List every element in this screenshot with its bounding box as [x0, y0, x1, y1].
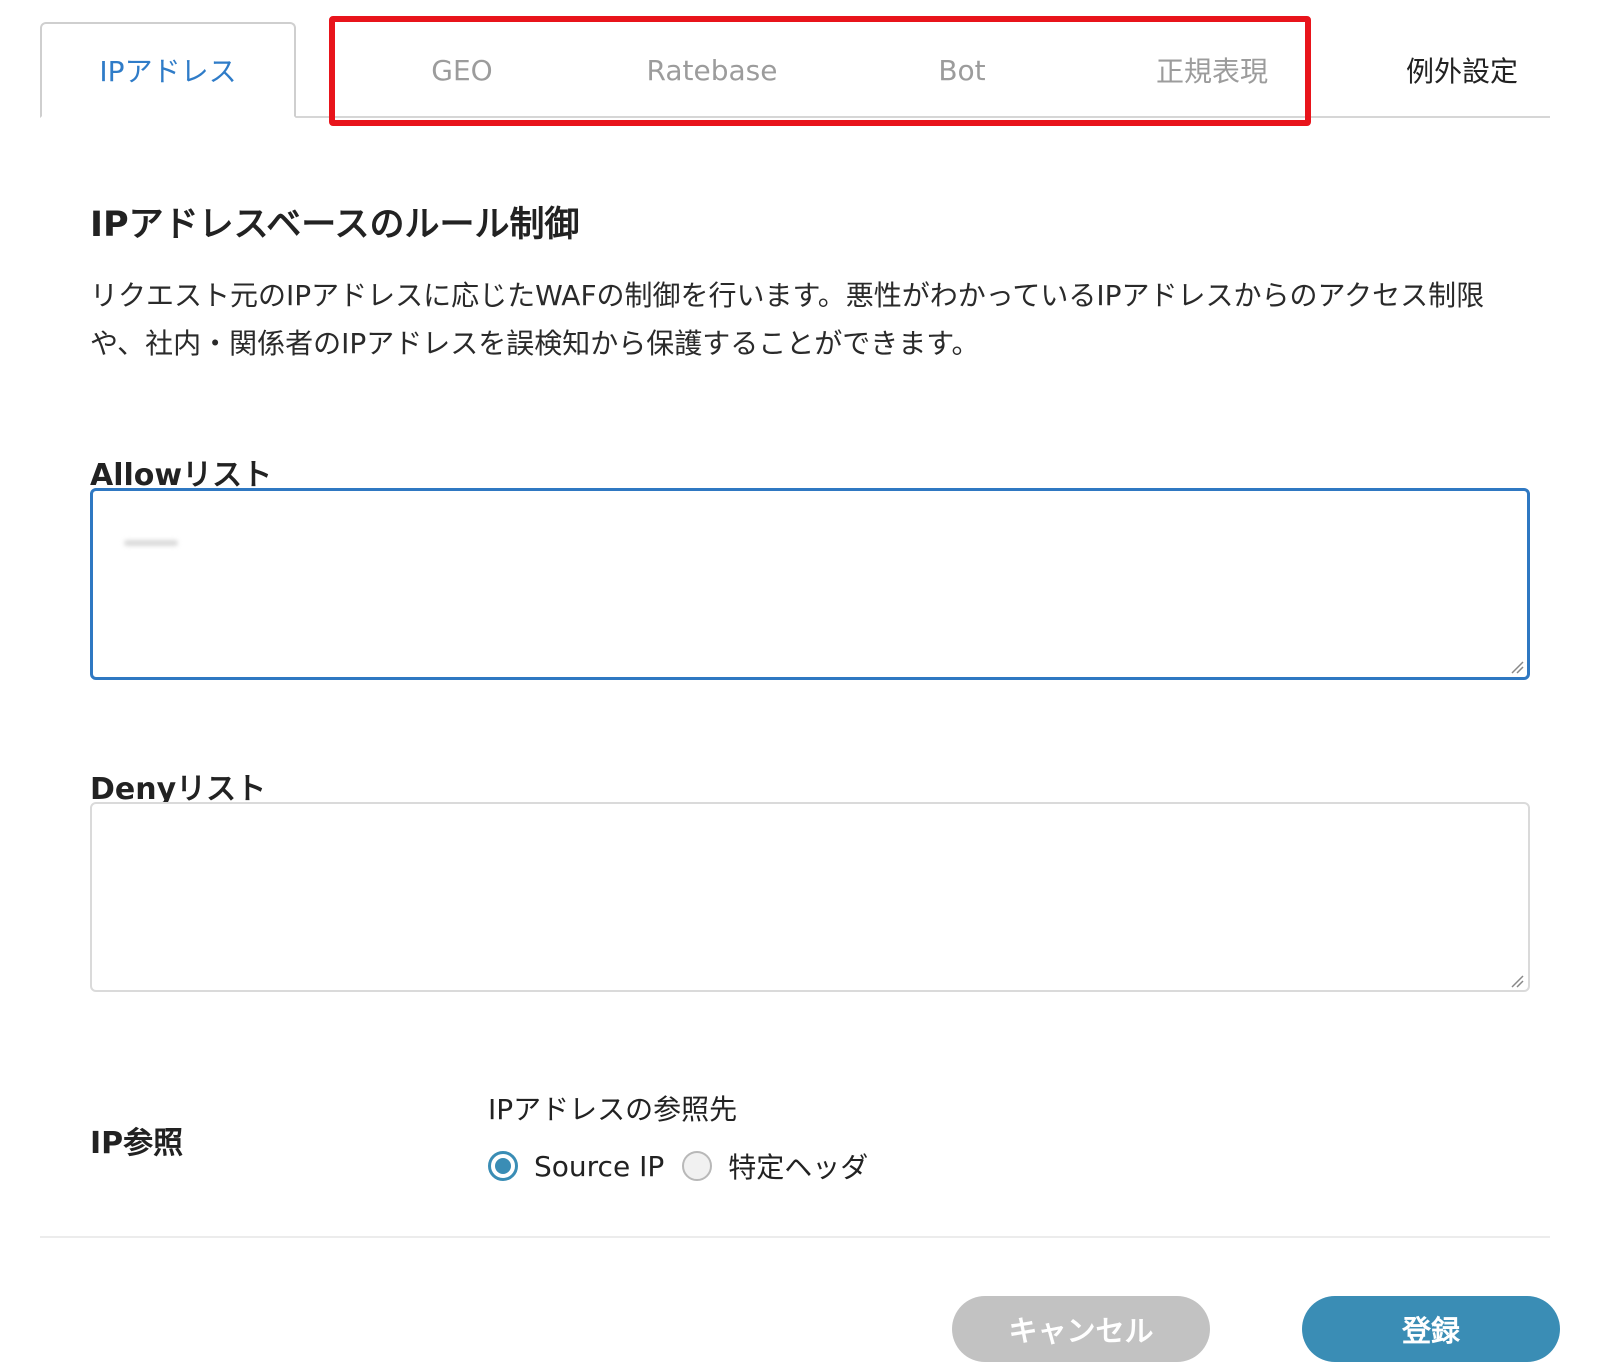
- redacted-text: [124, 540, 178, 546]
- cancel-button[interactable]: キャンセル: [952, 1296, 1210, 1362]
- ip-address-settings-page: IPアドレス GEO Ratebase Bot 正規表現 例外設定 IPアドレス…: [0, 0, 1600, 1371]
- register-button[interactable]: 登録: [1302, 1296, 1560, 1362]
- footer-divider: [40, 1236, 1550, 1238]
- rule-tabs: IPアドレス GEO Ratebase Bot 正規表現 例外設定: [40, 22, 1550, 118]
- tab-ratebase[interactable]: Ratebase: [590, 22, 834, 118]
- ip-reference-radio-group: Source IP 特定ヘッダ: [488, 1146, 886, 1186]
- resize-grip-icon[interactable]: [1510, 974, 1524, 988]
- radio-specific-header-label[interactable]: 特定ヘッダ: [728, 1146, 868, 1186]
- tab-regex[interactable]: 正規表現: [1090, 22, 1334, 118]
- radio-source-ip[interactable]: [488, 1151, 518, 1181]
- deny-list-textarea[interactable]: [90, 802, 1530, 992]
- allow-list-textarea[interactable]: [90, 488, 1530, 680]
- section-description: リクエスト元のIPアドレスに応じたWAFの制御を行います。悪性がわかっているIP…: [90, 279, 1485, 360]
- radio-specific-header[interactable]: [682, 1151, 713, 1181]
- ip-reference-label: IP参照: [90, 1126, 184, 1161]
- tab-ip-address[interactable]: IPアドレス: [40, 22, 296, 118]
- radio-selected-dot-icon: [495, 1158, 511, 1174]
- radio-source-ip-label[interactable]: Source IP: [534, 1150, 664, 1183]
- tab-geo[interactable]: GEO: [340, 22, 584, 118]
- section-title: IPアドレスベースのルール制御: [90, 205, 580, 245]
- tab-bot[interactable]: Bot: [840, 22, 1084, 118]
- tab-exceptions[interactable]: 例外設定: [1340, 22, 1584, 118]
- ip-reference-sublabel: IPアドレスの参照先: [488, 1093, 738, 1126]
- resize-grip-icon[interactable]: [1510, 660, 1524, 674]
